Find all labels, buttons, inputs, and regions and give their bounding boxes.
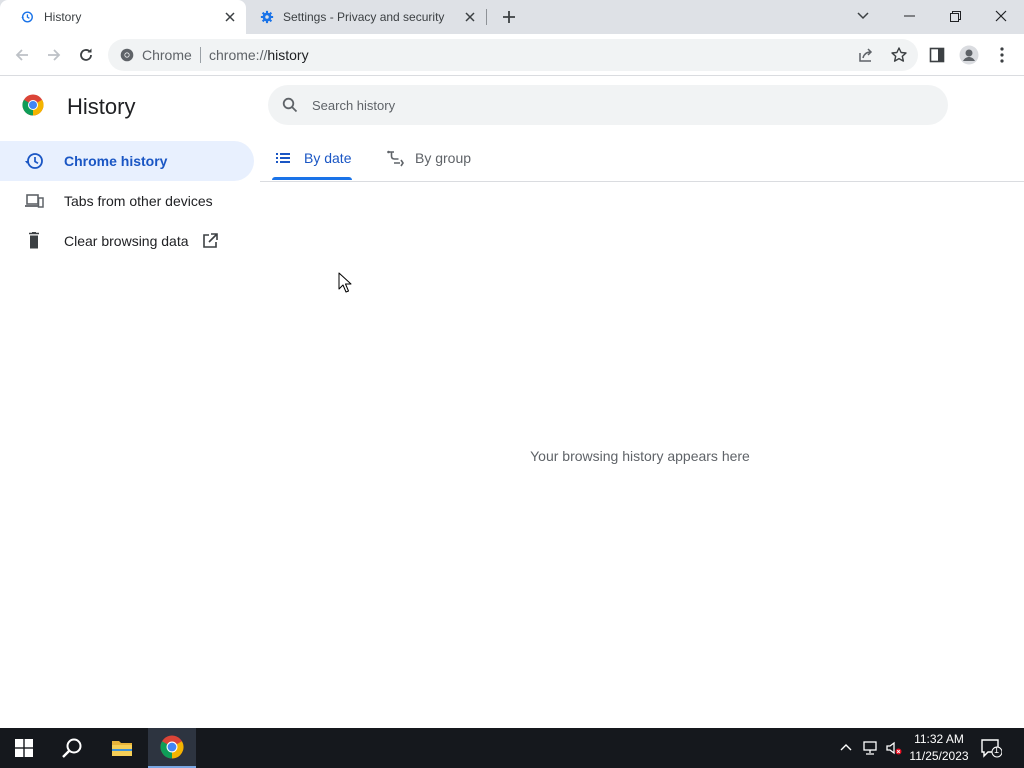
avatar-icon — [959, 45, 979, 65]
file-explorer-button[interactable] — [98, 728, 146, 768]
bookmark-star-icon[interactable] — [890, 46, 908, 64]
history-icon — [25, 153, 43, 169]
network-icon[interactable] — [862, 740, 878, 756]
history-view-tabs: By date By group — [260, 140, 1024, 182]
address-bar[interactable]: Chrome chrome://history — [108, 39, 918, 71]
tab-title: History — [44, 10, 82, 24]
sidebar-item-tabs-from-other-devices[interactable]: Tabs from other devices — [0, 181, 254, 221]
arrow-left-icon — [15, 49, 28, 61]
new-tab-button[interactable] — [498, 6, 520, 28]
taskbar-clock[interactable]: 11:32 AM 11/25/2023 — [906, 731, 972, 765]
selected-tab-indicator — [272, 177, 352, 180]
close-tab-button[interactable] — [222, 9, 238, 25]
action-center-button[interactable]: 1 — [980, 738, 1003, 758]
tab-by-date[interactable]: By date — [272, 140, 352, 182]
chevron-down-icon — [857, 12, 869, 20]
taskbar-search-button[interactable] — [48, 728, 96, 768]
menu-button[interactable] — [990, 43, 1014, 67]
empty-state-message: Your browsing history appears here — [530, 448, 750, 464]
close-icon — [995, 10, 1007, 22]
taskbar-chrome-button[interactable] — [148, 728, 196, 768]
restore-button[interactable] — [932, 0, 978, 32]
tab-settings[interactable]: Settings - Privacy and security — [248, 0, 486, 34]
sidebar-item-label: Chrome history — [64, 153, 168, 169]
clock-time: 11:32 AM — [914, 732, 964, 746]
volume-muted-icon[interactable] — [886, 740, 902, 756]
url-text[interactable]: chrome://history — [209, 47, 309, 63]
arrow-right-icon — [48, 49, 61, 61]
gear-icon — [260, 10, 274, 24]
mouse-cursor-icon — [338, 272, 352, 293]
sidebar-item-label: Tabs from other devices — [64, 193, 213, 209]
history-icon — [21, 11, 33, 23]
browser-toolbar: Chrome chrome://history — [0, 34, 1024, 76]
chrome-site-icon — [120, 48, 134, 62]
close-icon — [225, 12, 235, 22]
tab-by-group[interactable]: By group — [384, 140, 494, 182]
chrome-icon — [160, 735, 184, 759]
tab-label: By date — [304, 150, 352, 166]
clock-date: 11/25/2023 — [909, 749, 969, 763]
search-icon — [62, 738, 82, 758]
close-window-button[interactable] — [978, 0, 1024, 32]
plus-icon — [503, 11, 515, 23]
tab-label: By group — [415, 150, 472, 166]
minimize-icon — [903, 15, 915, 17]
close-tab-button[interactable] — [462, 9, 478, 25]
side-panel-button[interactable] — [925, 43, 949, 67]
tab-separator — [486, 9, 487, 25]
sidebar-item-chrome-history[interactable]: Chrome history — [0, 141, 254, 181]
devices-icon — [25, 194, 44, 208]
profile-button[interactable] — [957, 43, 981, 67]
omnibox-divider — [200, 47, 201, 63]
sidebar-item-label: Clear browsing data — [64, 233, 189, 249]
chevron-up-icon[interactable] — [838, 740, 854, 756]
notification-count: 1 — [994, 745, 1000, 755]
trash-icon — [29, 232, 39, 249]
site-chip: Chrome — [142, 47, 192, 63]
open-in-new-icon — [203, 233, 218, 248]
tab-title: Settings - Privacy and security — [283, 10, 445, 24]
page-title: History — [67, 94, 136, 119]
windows-logo-icon — [15, 739, 33, 757]
list-icon — [276, 153, 290, 163]
tab-strip: History Settings - Privacy and security — [0, 0, 1024, 34]
side-panel-icon — [929, 47, 945, 63]
reload-button[interactable] — [74, 43, 98, 67]
tab-history[interactable]: History — [0, 0, 246, 34]
group-icon — [387, 150, 404, 167]
windows-taskbar: 11:32 AM 11/25/2023 1 — [0, 728, 1024, 768]
restore-icon — [949, 10, 961, 22]
minimize-button[interactable] — [886, 0, 932, 32]
sidebar-item-clear-browsing-data[interactable]: Clear browsing data — [0, 221, 254, 261]
search-input[interactable] — [312, 95, 912, 115]
search-icon — [282, 97, 298, 113]
folder-icon — [112, 741, 132, 756]
start-button[interactable] — [0, 728, 48, 768]
chrome-logo — [22, 94, 44, 116]
forward-button[interactable] — [42, 43, 66, 67]
back-button[interactable] — [10, 43, 34, 67]
reload-icon — [80, 48, 92, 61]
share-icon[interactable] — [858, 47, 874, 63]
tab-search-button[interactable] — [840, 0, 886, 32]
search-box[interactable] — [268, 85, 948, 125]
more-vert-icon — [1000, 47, 1004, 63]
close-icon — [465, 12, 475, 22]
